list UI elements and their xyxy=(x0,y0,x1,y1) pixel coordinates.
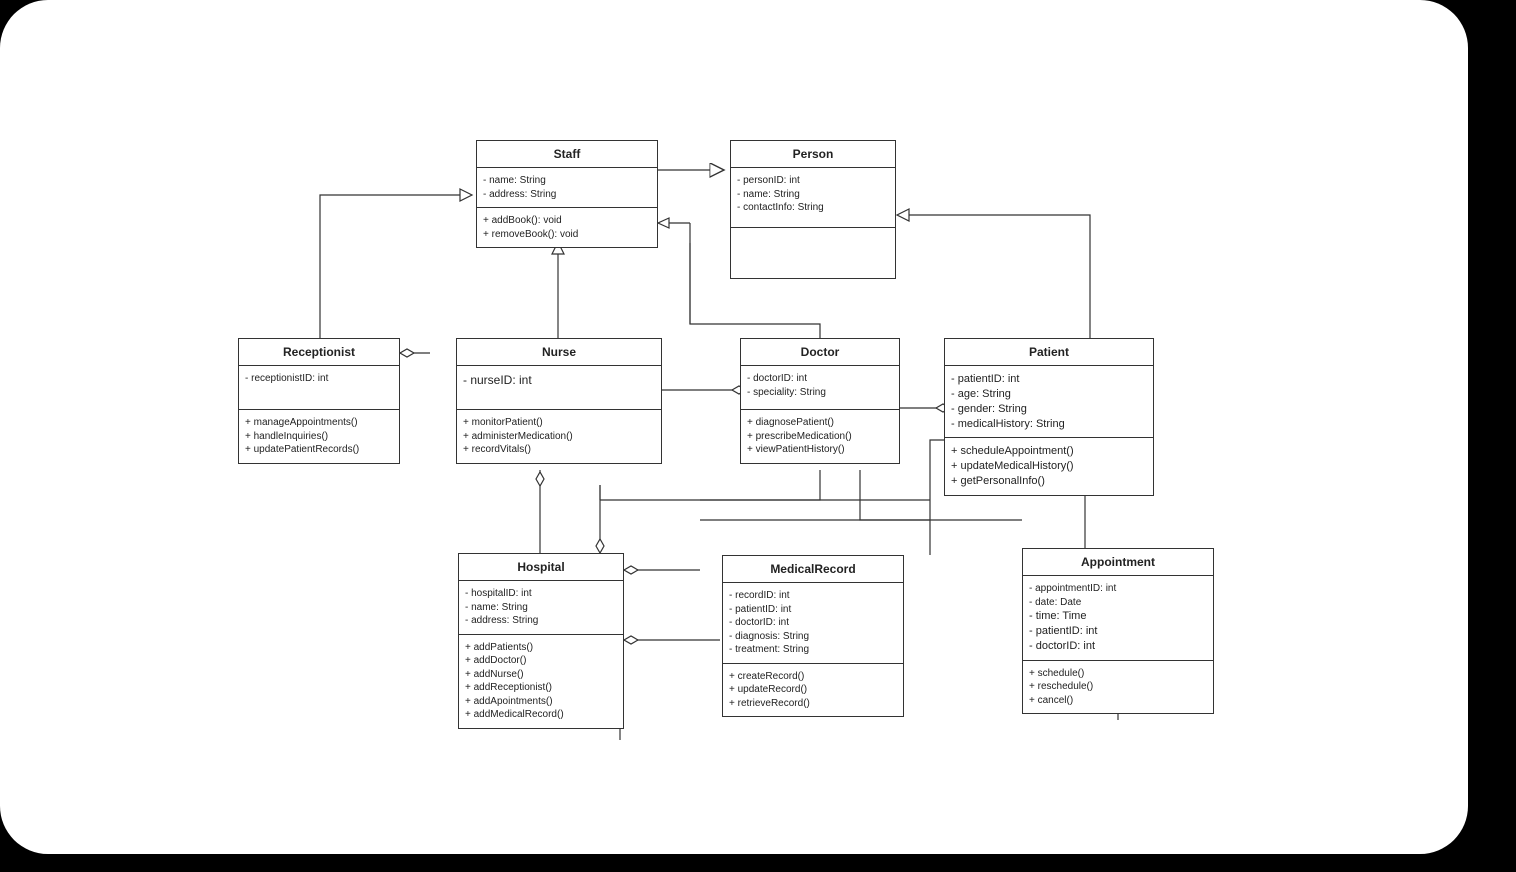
class-attrs: - patientID: int - age: String - gender:… xyxy=(945,366,1153,438)
class-title: MedicalRecord xyxy=(723,556,903,583)
class-attrs: - receptionistID: int xyxy=(239,366,399,410)
class-nurse[interactable]: Nurse - nurseID: int + monitorPatient() … xyxy=(456,338,662,464)
class-methods xyxy=(731,228,895,278)
class-title: Person xyxy=(731,141,895,168)
class-doctor[interactable]: Doctor - doctorID: int - speciality: Str… xyxy=(740,338,900,464)
class-methods: + addBook(): void + removeBook(): void xyxy=(477,208,657,247)
class-hospital[interactable]: Hospital - hospitalID: int - name: Strin… xyxy=(458,553,624,729)
class-methods: + createRecord() + updateRecord() + retr… xyxy=(723,664,903,717)
class-title: Staff xyxy=(477,141,657,168)
class-attrs: - nurseID: int xyxy=(457,366,661,410)
class-staff[interactable]: Staff - name: String - address: String +… xyxy=(476,140,658,248)
class-person[interactable]: Person - personID: int - name: String - … xyxy=(730,140,896,279)
connectors-layer xyxy=(0,0,1468,854)
class-methods: + diagnosePatient() + prescribeMedicatio… xyxy=(741,410,899,463)
class-receptionist[interactable]: Receptionist - receptionistID: int + man… xyxy=(238,338,400,464)
class-patient[interactable]: Patient - patientID: int - age: String -… xyxy=(944,338,1154,496)
class-title: Appointment xyxy=(1023,549,1213,576)
class-attrs: - doctorID: int - speciality: String xyxy=(741,366,899,410)
class-appointment[interactable]: Appointment - appointmentID: int - date:… xyxy=(1022,548,1214,714)
class-attrs: - appointmentID: int - date: Date - time… xyxy=(1023,576,1213,661)
class-methods: + monitorPatient() + administerMedicatio… xyxy=(457,410,661,463)
class-methods: + scheduleAppointment() + updateMedicalH… xyxy=(945,438,1153,495)
class-methods: + addPatients() + addDoctor() + addNurse… xyxy=(459,635,623,728)
class-attrs: - recordID: int - patientID: int - docto… xyxy=(723,583,903,664)
class-attrs: - personID: int - name: String - contact… xyxy=(731,168,895,228)
class-title: Hospital xyxy=(459,554,623,581)
class-medicalrecord[interactable]: MedicalRecord - recordID: int - patientI… xyxy=(722,555,904,717)
class-title: Doctor xyxy=(741,339,899,366)
class-methods: + schedule() + reschedule() + cancel() xyxy=(1023,661,1213,714)
class-title: Nurse xyxy=(457,339,661,366)
class-attrs: - hospitalID: int - name: String - addre… xyxy=(459,581,623,635)
class-title: Receptionist xyxy=(239,339,399,366)
diagram-canvas: Staff - name: String - address: String +… xyxy=(0,0,1468,854)
class-methods: + manageAppointments() + handleInquiries… xyxy=(239,410,399,463)
class-attrs: - name: String - address: String xyxy=(477,168,657,208)
class-title: Patient xyxy=(945,339,1153,366)
